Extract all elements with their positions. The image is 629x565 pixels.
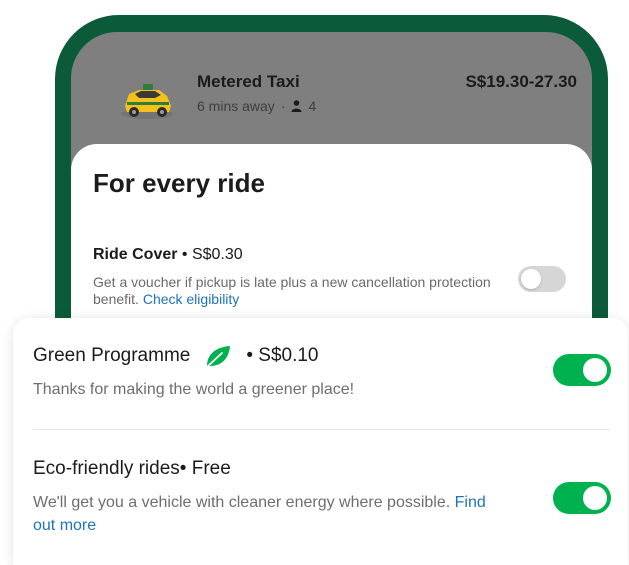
ride-cover-price: • S$0.30 [177,246,243,263]
green-programme-price: • S$0.10 [246,345,319,366]
green-programme-toggle[interactable] [553,354,611,386]
green-programme-label: Green Programme [33,345,191,366]
ride-cover-label: Ride Cover [93,246,178,263]
eco-rides-title: Eco-friendly rides • Free [33,458,231,480]
toggle-knob [583,486,607,510]
eco-rides-toggle[interactable] [553,482,611,514]
eco-rides-label: Eco-friendly rides [33,458,180,479]
green-options-card: Green Programme • S$0.10 Thanks for maki… [13,318,628,565]
toggle-knob [521,269,541,289]
ride-price: S$19.30-27.30 [465,72,577,91]
eco-rides-description: We'll get you a vehicle with cleaner ene… [33,491,503,537]
ride-cover-title: Ride Cover • S$0.30 [93,246,243,264]
section-title: For every ride [93,168,265,198]
ride-meta: 6 mins away · 4 [197,98,316,114]
eco-rides-desc-text: We'll get you a vehicle with cleaner ene… [33,494,451,511]
ride-cover-description: Get a voucher if pickup is late plus a n… [93,274,503,308]
green-programme-title: Green Programme • S$0.10 [33,344,319,368]
person-icon [291,100,302,112]
ride-option-row[interactable]: Metered Taxi 6 mins away · 4 S$19.30-27.… [119,70,589,130]
toggle-knob [583,358,607,382]
ride-cover-toggle[interactable] [518,266,566,292]
ride-seats: 4 [308,98,317,114]
ride-meta-separator: · [280,98,286,114]
ride-name: Metered Taxi [197,72,300,91]
taxi-icon [121,84,173,119]
divider [33,429,610,430]
check-eligibility-link[interactable]: Check eligibility [143,291,239,307]
green-programme-description: Thanks for making the world a greener pl… [33,381,355,398]
ride-eta: 6 mins away [197,98,275,114]
leaf-icon [207,346,231,367]
eco-rides-price: • Free [179,458,231,479]
